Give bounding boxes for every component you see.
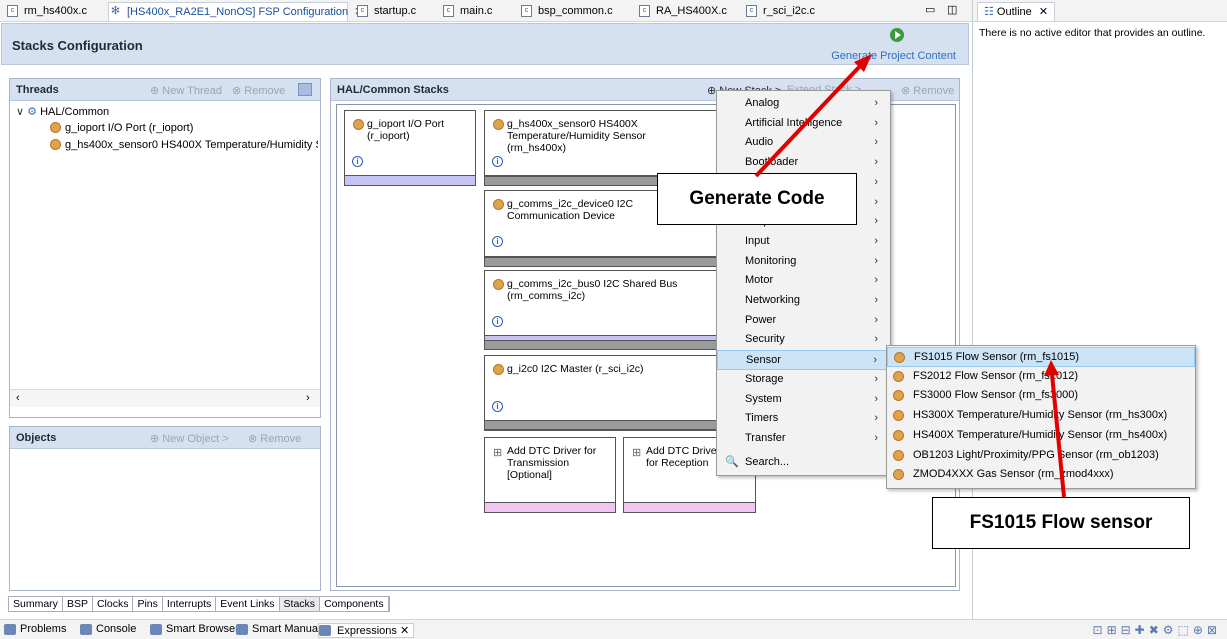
view-tab[interactable]: Smart Browser — [150, 623, 239, 635]
view-tab[interactable]: Expressions ✕ — [318, 623, 415, 638]
config-tab[interactable]: Stacks — [279, 597, 321, 611]
view-tab-label: Problems — [20, 623, 67, 635]
config-tab[interactable]: Pins — [133, 597, 163, 611]
view-icon — [80, 624, 92, 635]
arrow-to-fs1015 — [1050, 373, 1066, 498]
arrow-to-generate — [754, 62, 864, 178]
config-tab[interactable]: BSP — [63, 597, 93, 611]
view-icon — [319, 625, 331, 636]
bottom-view-bar: Problems Console Smart Browser Smart Manual… — [0, 619, 1227, 639]
view-tab-label: Smart Browser — [166, 623, 239, 635]
view-icon — [236, 624, 248, 635]
config-tabs: Summary BSP Clocks Pins Interrupts Event Link… — [8, 596, 390, 612]
view-tab-label: Smart Manual — [252, 623, 321, 635]
view-tab[interactable]: Problems — [4, 623, 66, 635]
view-icon — [150, 624, 162, 635]
annotation-arrows — [754, 54, 1066, 498]
config-tab[interactable]: Summary — [9, 597, 63, 611]
view-tab-label: Expressions — [337, 625, 397, 637]
close-icon[interactable]: ✕ — [400, 625, 409, 637]
config-tab[interactable]: Components — [320, 597, 389, 611]
view-tab-label: Console — [96, 623, 137, 635]
config-tab[interactable]: Clocks — [93, 597, 134, 611]
view-toolbar[interactable]: ⊡⊞⊟✚✖⚙⬚⊕⊠ — [1093, 623, 1221, 637]
config-tab[interactable]: Interrupts — [163, 597, 217, 611]
arrow-head-icon — [1044, 360, 1059, 376]
view-icon — [4, 624, 16, 635]
view-tab[interactable]: Smart Manual — [236, 623, 320, 635]
view-tab[interactable]: Console — [80, 623, 136, 635]
config-tab[interactable]: Event Links — [216, 597, 280, 611]
